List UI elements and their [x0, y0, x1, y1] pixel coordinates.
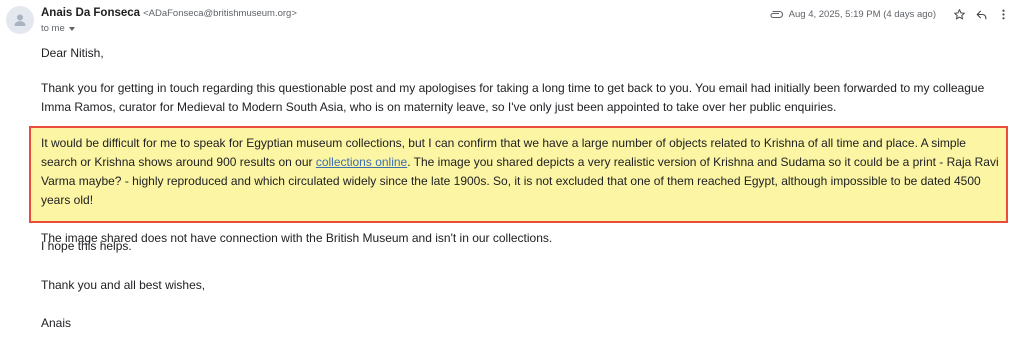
person-icon: [14, 14, 26, 26]
sender-email: <ADaFonseca@britishmuseum.org>: [143, 8, 297, 19]
message-body: Dear Nitish, Thank you for getting in to…: [41, 44, 1016, 117]
paperclip-icon: [769, 10, 783, 19]
message-date: Aug 4, 2025, 5:19 PM (4 days ago): [788, 8, 936, 20]
collections-online-link[interactable]: collections online: [316, 155, 407, 169]
highlighted-passage: It would be difficult for me to speak fo…: [29, 126, 1008, 245]
more-options-button[interactable]: [992, 5, 1014, 23]
closing-line-thanks: Thank you and all best wishes,: [41, 278, 206, 292]
more-vert-icon: [1001, 9, 1005, 19]
message-meta: Aug 4, 2025, 5:19 PM (4 days ago): [769, 5, 1014, 23]
recipient-label: to me: [41, 23, 65, 34]
reply-button[interactable]: [970, 5, 992, 23]
sender-line: Anais Da Fonseca <ADaFonseca@britishmuseu…: [41, 7, 297, 19]
signature: Anais: [41, 316, 72, 330]
star-icon: [953, 8, 965, 19]
chevron-down-icon[interactable]: [68, 27, 75, 31]
highlight-paragraph-1: It would be difficult for me to speak fo…: [41, 134, 1001, 210]
star-button[interactable]: [948, 5, 970, 23]
greeting: Dear Nitish,: [41, 46, 104, 60]
body-paragraph-1: Thank you for getting in touch regarding…: [41, 81, 985, 114]
sender-name[interactable]: Anais Da Fonseca: [41, 7, 140, 19]
reply-icon: [976, 10, 986, 19]
highlight-paragraph-2: The image shared does not have connectio…: [41, 231, 553, 245]
recipient-line: to me: [41, 23, 75, 34]
sender-avatar[interactable]: [6, 6, 34, 34]
closing-line-help: I hope this helps.: [41, 239, 132, 253]
